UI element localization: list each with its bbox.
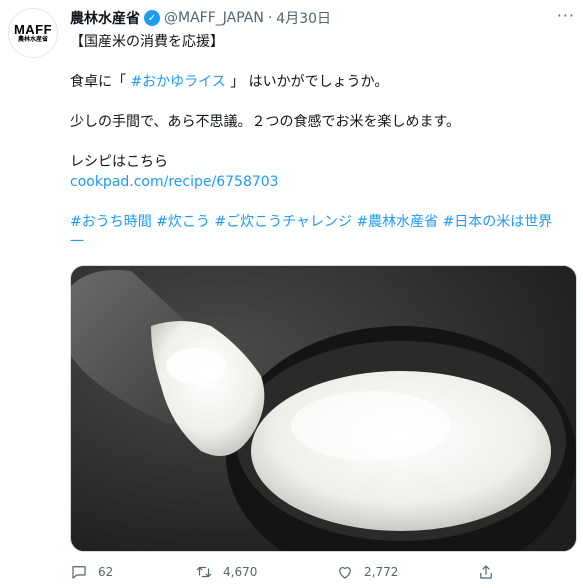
like-button[interactable]: 2,772	[336, 560, 398, 584]
verified-badge-icon: ✓	[144, 10, 160, 26]
like-count: 2,772	[364, 565, 399, 579]
maff-logo-subtext: 農林水産省	[17, 35, 48, 43]
separator-dot: ·	[267, 10, 273, 26]
reply-icon	[72, 566, 86, 579]
tweet-actions: 62 4,670 2,772	[70, 560, 570, 584]
retweet-icon	[196, 566, 212, 578]
author-name[interactable]: 農林水産省	[70, 8, 140, 28]
maff-logo-text: MAFF	[13, 21, 53, 37]
more-options-icon[interactable]: ···	[557, 6, 575, 25]
hashtags-line-1[interactable]: #おうち時間 #炊こう #ご炊こうチャレンジ #農林水産省 #日本の米は世界	[70, 212, 570, 232]
rice-bowl-image	[71, 266, 576, 551]
hashtags-line-2[interactable]: 一	[70, 232, 570, 252]
tweet-date[interactable]: 4月30日	[276, 8, 331, 28]
retweet-button[interactable]: 4,670	[195, 560, 257, 584]
tweet-line-1: 【国産米の消費を応援】	[70, 34, 224, 50]
hashtag-okayu-rice[interactable]: #おかゆライス	[130, 74, 225, 90]
heart-icon	[339, 567, 351, 579]
reply-button[interactable]: 62	[70, 560, 113, 584]
share-button[interactable]	[477, 560, 505, 584]
tweet-photo[interactable]	[70, 265, 577, 552]
recipe-link[interactable]: cookpad.com/recipe/6758703	[70, 172, 570, 192]
retweet-count: 4,670	[223, 565, 258, 579]
tweet-line-2-post: 」 はいかがでしょうか。	[225, 74, 389, 90]
avatar[interactable]: MAFF 農林水産省	[8, 8, 58, 58]
share-icon	[480, 565, 492, 579]
author-handle[interactable]: @MAFF_JAPAN	[164, 10, 264, 26]
tweet-line-2: 食卓に「 #おかゆライス 」 はいかがでしょうか。	[70, 72, 570, 92]
tweet-header: 農林水産省 ✓ @MAFF_JAPAN · 4月30日	[70, 6, 573, 30]
reply-count: 62	[98, 565, 114, 579]
tweet-text: 【国産米の消費を応援】 食卓に「 #おかゆライス 」 はいかがでしょうか。 少し…	[70, 32, 570, 252]
tweet-line-3: 少しの手間で、あら不思議。２つの食感でお米を楽しめます。	[70, 114, 461, 130]
tweet-line-2-pre: 食卓に「	[70, 74, 131, 90]
tweet-line-4: レシピはこちら	[70, 154, 168, 170]
